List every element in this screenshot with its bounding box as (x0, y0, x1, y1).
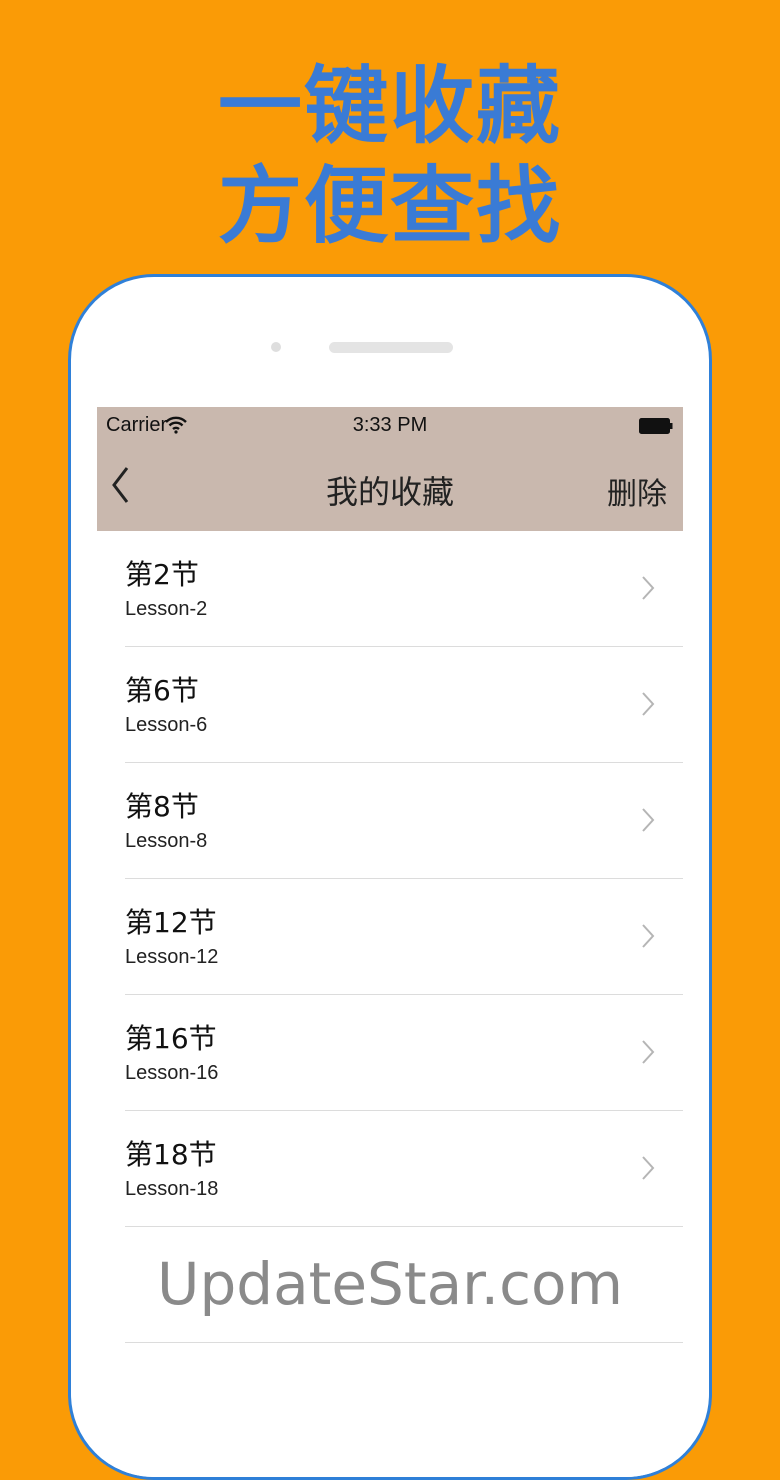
lesson-subtitle: Lesson-6 (125, 714, 208, 736)
phone-camera (271, 342, 281, 352)
chevron-right-icon (642, 576, 655, 600)
chevron-right-icon (642, 808, 655, 832)
list-item[interactable]: 第6节 Lesson-6 (97, 647, 683, 763)
chevron-right-icon (642, 1156, 655, 1180)
page-title: 我的收藏 (325, 473, 454, 511)
navigation-bar: Carrier 3:33 PM 我的收藏 删除 (97, 407, 683, 531)
lesson-subtitle: Lesson-8 (125, 830, 208, 852)
chevron-right-icon (642, 924, 655, 948)
list-item[interactable]: 第16节 Lesson-16 (97, 995, 683, 1111)
lesson-title: 第6节 (125, 674, 199, 707)
list-item[interactable]: 第12节 Lesson-12 (97, 879, 683, 995)
status-time: 3:33 PM (352, 414, 428, 436)
lesson-title: 第12节 (125, 906, 217, 939)
chevron-right-icon (642, 1040, 655, 1064)
battery-icon (639, 418, 673, 434)
lesson-subtitle: Lesson-12 (125, 946, 219, 968)
chevron-right-icon (642, 692, 655, 716)
promo-headline-line1: 一键收藏 (217, 57, 562, 155)
lesson-title: 第16节 (125, 1022, 217, 1055)
lesson-subtitle: Lesson-18 (125, 1178, 219, 1200)
list-item[interactable]: 第8节 Lesson-8 (97, 763, 683, 879)
delete-button[interactable]: 删除 (607, 469, 667, 513)
lesson-subtitle: Lesson-16 (125, 1062, 219, 1084)
list-item[interactable]: 第18节 Lesson-18 (97, 1111, 683, 1227)
app-screen: Carrier 3:33 PM 我的收藏 删除 第2节 Lesson-2 第6节… (97, 407, 683, 1477)
phone-speaker (329, 342, 453, 353)
lesson-title: 第8节 (125, 790, 199, 823)
promo-headline-line2: 方便查找 (217, 157, 562, 255)
lesson-title: 第2节 (125, 558, 199, 591)
lesson-title: 第18节 (125, 1138, 217, 1171)
watermark: UpdateStar.com (157, 1250, 623, 1318)
list-item[interactable]: 第2节 Lesson-2 (97, 531, 683, 647)
favorites-list: 第2节 Lesson-2 第6节 Lesson-6 第8节 Lesson-8 第… (97, 531, 683, 1343)
lesson-subtitle: Lesson-2 (125, 598, 208, 620)
